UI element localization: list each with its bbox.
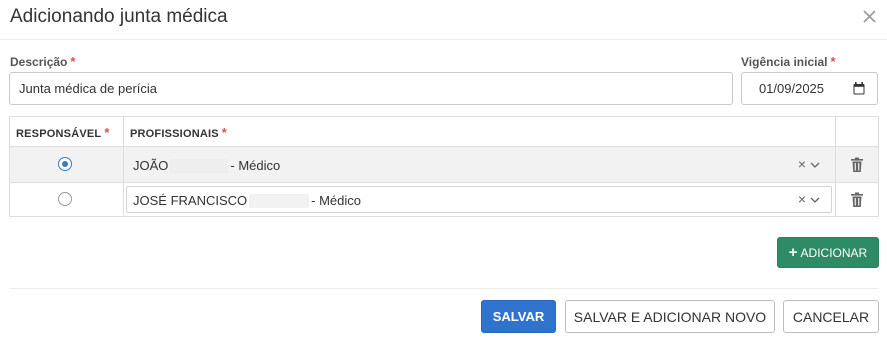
footer-divider: [9, 288, 879, 289]
grid-header: RESPONSÁVEL * PROFISSIONAIS *: [10, 117, 878, 147]
clear-icon[interactable]: ×: [798, 157, 806, 171]
header-responsavel: RESPONSÁVEL *: [16, 125, 110, 140]
required-mark: *: [70, 54, 76, 69]
profissional-role: - Médico: [230, 158, 281, 173]
table-row: JOSÉ FRANCISCO - Médico ×: [10, 183, 878, 218]
trash-icon[interactable]: [850, 192, 864, 208]
calendar-button[interactable]: [841, 72, 878, 105]
chevron-down-icon[interactable]: [809, 159, 821, 171]
table-row: JOÃO - Médico ×: [10, 147, 878, 182]
profissional-name: JOSÉ FRANCISCO: [133, 193, 248, 208]
descricao-input[interactable]: [9, 72, 733, 105]
cancel-button[interactable]: CANCELAR: [783, 300, 879, 333]
required-mark: *: [104, 125, 110, 140]
responsavel-radio[interactable]: [58, 192, 72, 206]
redacted-text: [170, 158, 229, 173]
save-and-add-new-button[interactable]: SALVAR E ADICIONAR NOVO: [565, 300, 775, 333]
profissional-role: - Médico: [311, 193, 361, 208]
vigencia-label: Vigência inicial *: [741, 54, 836, 69]
chevron-down-icon[interactable]: [809, 194, 821, 206]
clear-icon[interactable]: ×: [798, 192, 806, 206]
profissional-select[interactable]: JOÃO - Médico ×: [126, 151, 832, 178]
required-mark: *: [221, 125, 228, 140]
close-button[interactable]: [859, 6, 879, 26]
header-profissionais-text: PROFISSIONAIS: [130, 128, 219, 140]
descricao-label-text: Descrição: [10, 55, 68, 69]
calendar-icon: [853, 82, 865, 95]
trash-icon[interactable]: [850, 157, 864, 173]
descricao-label: Descrição *: [10, 54, 75, 69]
profissional-value: JOSÉ FRANCISCO - Médico: [133, 193, 361, 208]
plus-icon: +: [788, 243, 798, 261]
profissional-name: JOÃO: [133, 158, 169, 173]
header-responsavel-text: RESPONSÁVEL: [16, 128, 102, 140]
add-professional-button[interactable]: + ADICIONAR: [777, 237, 879, 268]
profissional-value: JOÃO - Médico: [133, 158, 280, 173]
required-mark: *: [830, 54, 836, 69]
modal-title: Adicionando junta médica: [10, 6, 228, 27]
header-profissionais: PROFISSIONAIS *: [130, 125, 227, 140]
column-separator: [835, 117, 836, 216]
profissional-select[interactable]: JOSÉ FRANCISCO - Médico ×: [126, 186, 832, 213]
responsavel-radio[interactable]: [58, 157, 72, 171]
save-button[interactable]: SALVAR: [481, 300, 556, 333]
close-icon[interactable]: [862, 9, 876, 23]
redacted-text: [249, 193, 310, 208]
column-separator: [123, 117, 124, 216]
modal-header: Adicionando junta médica: [0, 0, 887, 40]
vigencia-label-text: Vigência inicial: [741, 55, 828, 69]
professionals-grid: RESPONSÁVEL * PROFISSIONAIS * JOÃO - Médico…: [9, 116, 879, 217]
add-button-label: ADICIONAR: [800, 245, 868, 260]
vigencia-input[interactable]: [741, 72, 842, 105]
